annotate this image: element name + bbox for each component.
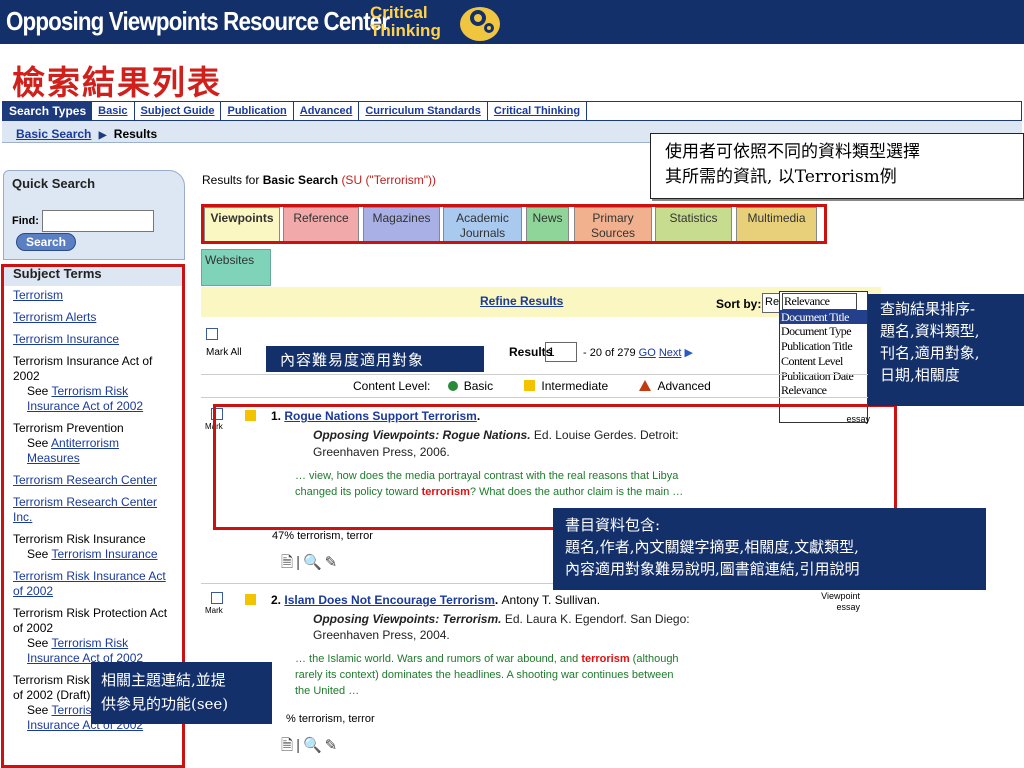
document-icon[interactable]: 🗎 [281, 554, 296, 571]
intermediate-level-icon [524, 380, 536, 391]
search-types-label: Search Types [3, 102, 93, 120]
mark-all-label: Mark All [206, 347, 242, 358]
excerpt-hit: terrorism [581, 653, 630, 665]
search-button[interactable]: Search [16, 233, 76, 251]
result-2-source: Opposing Viewpoints: Terrorism. [313, 612, 502, 626]
pager: - 20 of 279 GO Next ▶ [583, 346, 693, 359]
banner-title: Opposing Viewpoints Resource Center [6, 6, 390, 36]
callout-subject-note: 相關主題連結,並提 供參見的功能(see) [91, 662, 272, 724]
go-link[interactable]: GO [639, 347, 656, 359]
result-2-excerpt: … the Islamic world. Wars and rumors of … [295, 651, 690, 699]
nav-link-basic[interactable]: Basic [92, 102, 135, 120]
nav-link-publication[interactable]: Publication [221, 102, 294, 120]
result-2-author: Antony T. Sullivan. [501, 593, 601, 607]
sort-option[interactable]: Document Type [780, 324, 867, 339]
tab-websites[interactable]: Websites [201, 249, 271, 286]
content-level-label: Content Level: [353, 379, 431, 393]
result-2-citation: Opposing Viewpoints: Terrorism. Ed. Laur… [313, 611, 743, 628]
callout-line: 書目資料包含: [565, 516, 661, 534]
citation-icon[interactable]: ✎ [325, 554, 341, 571]
result-2-doctype-line2: essay [836, 602, 860, 612]
result-1-relevance: 47% terrorism, terror [272, 530, 373, 542]
callout-line: 題名,資料類型, [880, 322, 980, 340]
callout-line: 題名,作者,內文關鍵字摘要,相關度,文獻類型, [565, 538, 859, 556]
search-magnifier-icon[interactable]: 🔍 [303, 737, 325, 754]
quick-search-heading: Quick Search [12, 176, 96, 191]
results-for-prefix: Results for [202, 173, 260, 187]
result-2-doctype: Viewpoint essay [800, 591, 860, 613]
result-2-actions: 🗎|🔍✎ [281, 737, 341, 754]
brain-gear-icon [460, 7, 500, 41]
intermediate-level-icon [245, 594, 256, 605]
callout-line: 刊名,適用對象, [880, 344, 980, 362]
mark-label: Mark [205, 606, 223, 615]
callout-line: 供參見的功能(see) [101, 695, 229, 713]
results-for-type: Basic Search [262, 173, 339, 187]
result-2-number: 2. [271, 593, 282, 607]
results-for-query: (SU ("Terrorism")) [341, 173, 436, 187]
nav-link-curriculum-standards[interactable]: Curriculum Standards [359, 102, 488, 120]
results-for-line: Results for Basic Search (SU ("Terrorism… [202, 173, 436, 187]
refine-results-link[interactable]: Refine Results [480, 294, 563, 308]
sort-option[interactable]: Relevance [782, 293, 857, 310]
page-title: 檢索結果列表 [12, 63, 222, 102]
find-label: Find: [12, 215, 39, 227]
sort-option[interactable]: Document Title [780, 309, 867, 325]
tabs-highlight [201, 204, 827, 244]
page: Opposing Viewpoints Resource Center Crit… [0, 0, 1024, 768]
sort-option[interactable]: Publication Title [780, 339, 867, 354]
excerpt-text: … the Islamic world. Wars and rumors of … [295, 653, 582, 665]
callout-line: 其所需的資訊, 以Terrorism例 [665, 167, 897, 187]
nav-link-subject-guide[interactable]: Subject Guide [135, 102, 222, 120]
callout-line: 相關主題連結,並提 [101, 671, 226, 689]
result-2-editor: Ed. Laura K. Egendorf. San Diego: [504, 612, 690, 626]
callout-line: 日期,相關度 [880, 366, 960, 384]
search-types-nav: Search Types Basic Subject Guide Publica… [2, 101, 1022, 121]
citation-icon[interactable]: ✎ [325, 737, 341, 754]
result-2-title[interactable]: Islam Does Not Encourage Terrorism [284, 593, 495, 607]
find-input[interactable] [42, 210, 154, 232]
callout-tabs-note: 使用者可依照不同的資料類型選擇 其所需的資訊, 以Terrorism例 [650, 133, 1024, 199]
result-2-title-line: 2. Islam Does Not Encourage Terrorism. A… [271, 593, 601, 607]
next-link[interactable]: Next [659, 347, 682, 359]
callout-bibliographic-note: 書目資料包含: 題名,作者,內文關鍵字摘要,相關度,文獻類型, 內容適用對象難易… [553, 508, 986, 590]
result-2-doctype-line1: Viewpoint [821, 591, 860, 601]
callout-line: 使用者可依照不同的資料類型選擇 [665, 142, 920, 162]
search-magnifier-icon[interactable]: 🔍 [303, 554, 325, 571]
basic-level-icon [447, 381, 458, 391]
result-2-checkbox[interactable] [211, 592, 223, 604]
callout-sort-note: 查詢結果排序- 題名,資料類型, 刊名,適用對象, 日期,相關度 [868, 294, 1024, 406]
callout-content-level: 內容難易度適用對象 [266, 346, 484, 372]
mark-all-checkbox[interactable] [206, 328, 218, 340]
critical-label: Critical [370, 3, 428, 22]
advanced-level-label: Advanced [657, 379, 711, 393]
results-page-input[interactable]: 1 [545, 342, 577, 362]
intermediate-level-label: Intermediate [541, 379, 609, 393]
critical-thinking-label: Critical Thinking [370, 0, 446, 44]
advanced-level-icon [639, 380, 652, 391]
nav-link-advanced[interactable]: Advanced [294, 102, 360, 120]
thinking-label: Thinking [370, 21, 441, 40]
basic-level-label: Basic [463, 379, 494, 393]
breadcrumb-current: Results [113, 127, 158, 141]
content-level-legend: Content Level: Basic Intermediate Advanc… [201, 374, 881, 398]
sort-by-label: Sort by: [716, 297, 762, 311]
document-icon[interactable]: 🗎 [281, 737, 296, 754]
breadcrumb-arrow-icon: ▶ [98, 130, 107, 141]
result-2-publisher: Greenhaven Press, 2004. [313, 628, 450, 642]
next-arrow-icon[interactable]: ▶ [685, 347, 693, 359]
callout-line: 查詢結果排序- [880, 300, 976, 318]
result-2-relevance: % terrorism, terror [286, 713, 375, 725]
sort-option[interactable]: Content Level [780, 354, 867, 369]
callout-line: 內容適用對象難易說明,圖書館連結,引用說明 [565, 560, 860, 578]
breadcrumb-basic-search[interactable]: Basic Search [16, 127, 91, 141]
result-1-actions: 🗎|🔍✎ [281, 554, 341, 571]
nav-link-critical-thinking[interactable]: Critical Thinking [488, 102, 588, 120]
results-range: - 20 of 279 [583, 347, 636, 359]
